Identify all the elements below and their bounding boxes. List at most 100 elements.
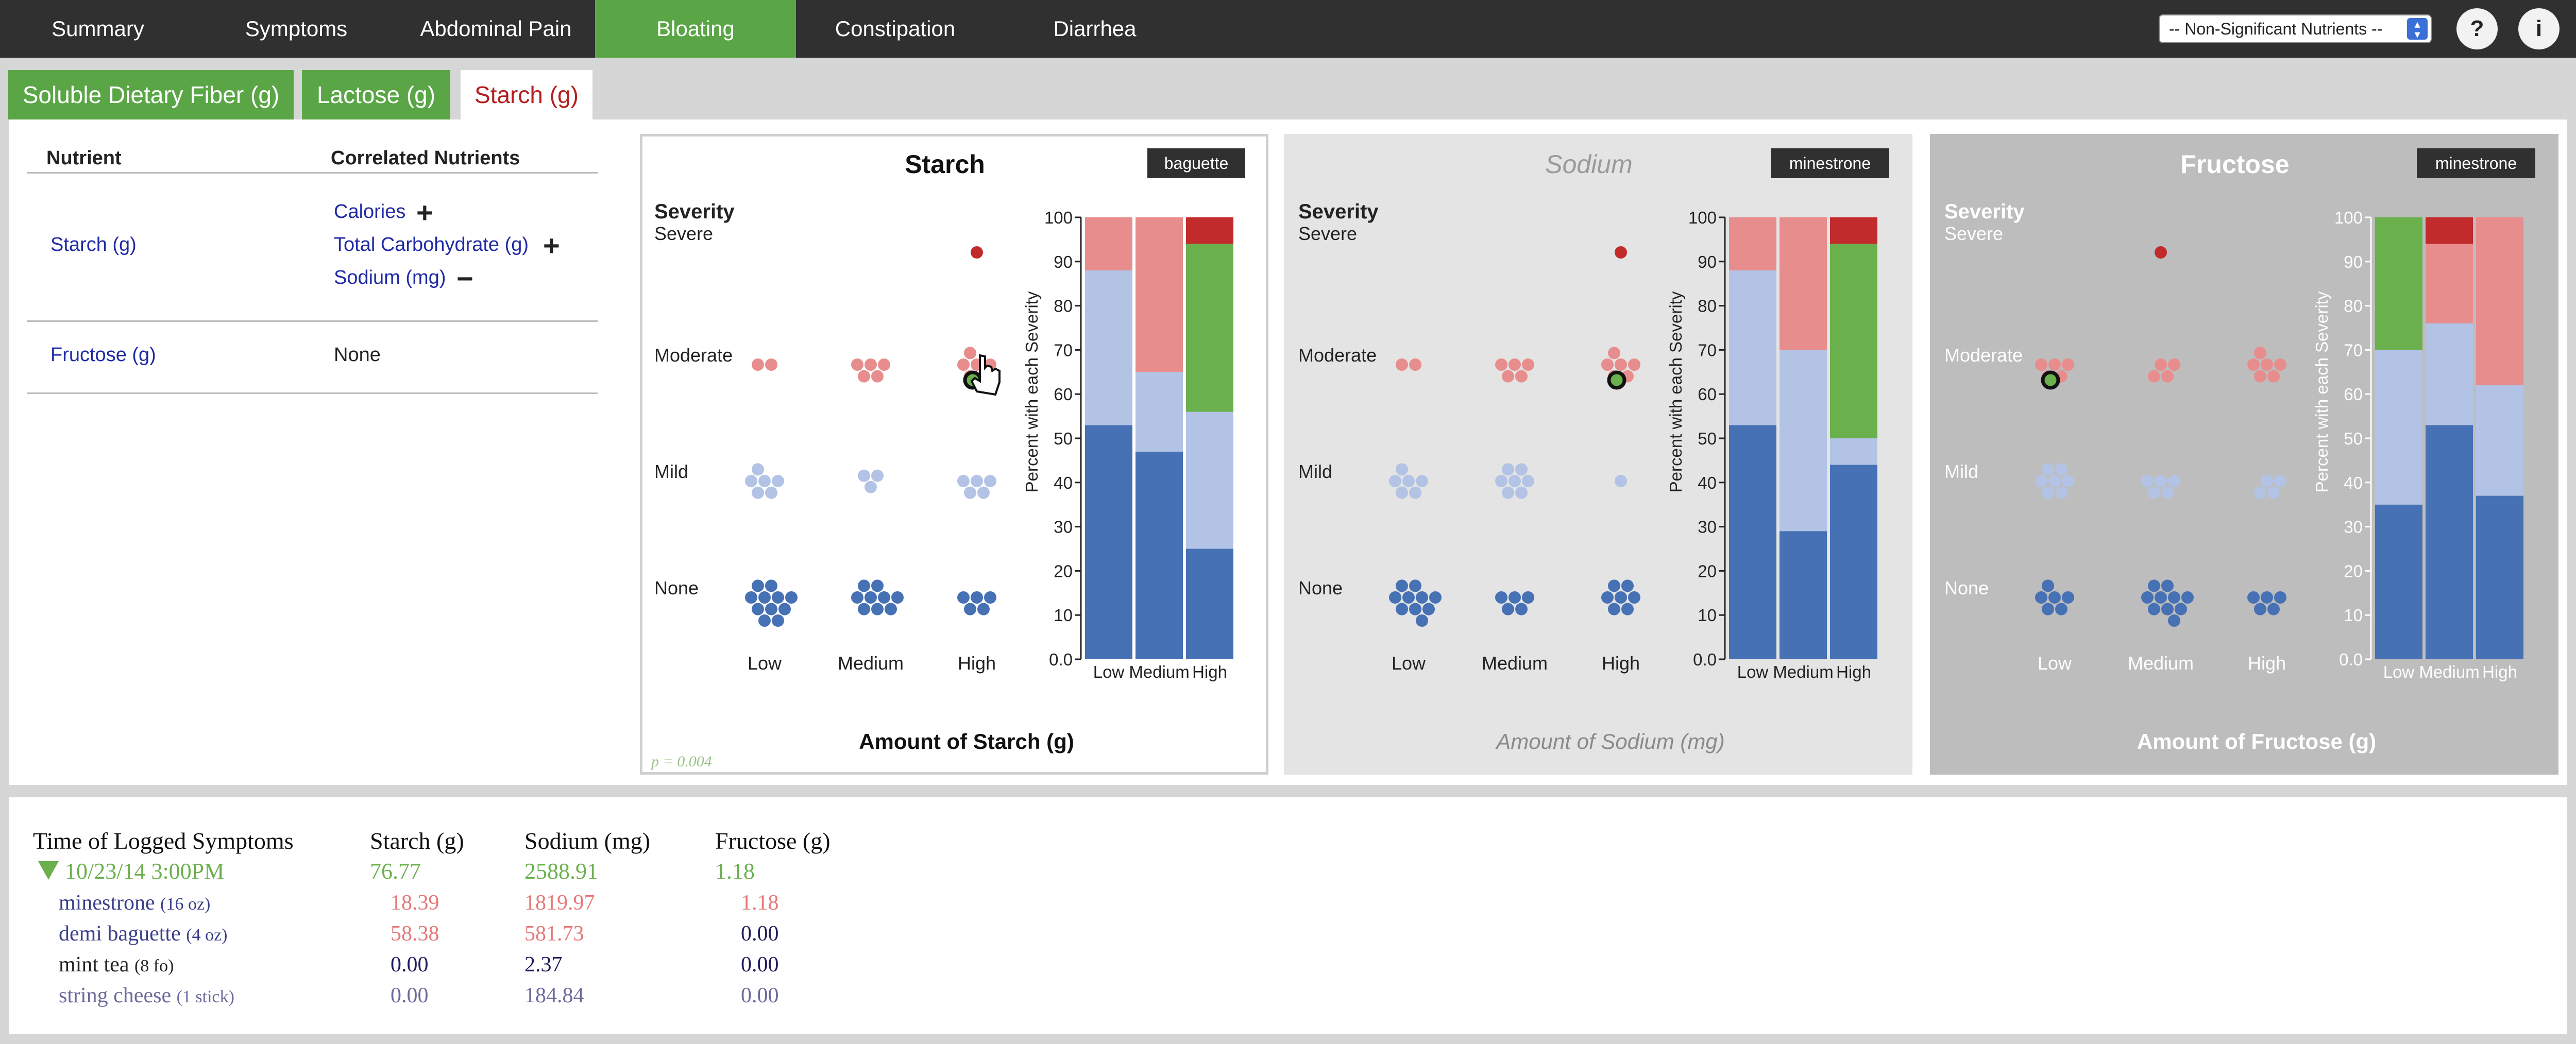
severity-dot: [1615, 475, 1627, 487]
food-badge-label: minestrone: [2435, 154, 2517, 173]
subtab-starch[interactable]: Starch (g): [461, 70, 592, 119]
severity-dot: [2267, 370, 2280, 383]
y-tick-label: 30: [2344, 518, 2363, 537]
severity-dot: [1522, 591, 1534, 604]
severity-dot: [2148, 579, 2160, 592]
severity-dot: [2254, 370, 2266, 383]
info-button[interactable]: i: [2518, 8, 2560, 49]
bar-segment: [1136, 372, 1183, 452]
x-axis-label: Amount of Sodium (mg): [1495, 729, 1725, 754]
severity-dot: [1601, 358, 1614, 371]
severity-dot: [957, 475, 970, 487]
severity-dot: [851, 358, 863, 371]
nutrient-fructose-link[interactable]: Fructose (g): [50, 344, 156, 366]
subtab-lactose[interactable]: Lactose (g): [302, 70, 450, 119]
severity-dot: [984, 475, 996, 487]
x-tick-label: High: [2482, 662, 2517, 681]
severity-dot: [1495, 591, 1507, 604]
severity-dot: [1495, 475, 1507, 487]
severity-dot: [1522, 358, 1534, 371]
food-item-value: 1819.97: [524, 891, 595, 915]
bar-segment: [2426, 425, 2473, 659]
severity-dot: [1416, 591, 1428, 604]
severity-dot: [1409, 603, 1421, 615]
subtab-soluble-fiber[interactable]: Soluble Dietary Fiber (g): [8, 70, 294, 119]
tab-abdominal-pain[interactable]: Abdominal Pain: [397, 0, 595, 58]
log-entry-value: 76.77: [370, 859, 421, 884]
tab-constipation[interactable]: Constipation: [796, 0, 994, 58]
minus-icon: −: [456, 262, 473, 295]
panel-starch: Starch baguette Severity Severe Moderate Mild…: [640, 134, 1268, 775]
severity-dot: [2274, 591, 2286, 604]
severity-dot: [2155, 358, 2167, 371]
severity-dot: [871, 370, 884, 383]
severity-dot: [971, 591, 983, 604]
y-tick-label: 100: [1688, 208, 1717, 227]
severity-dot: [858, 603, 870, 615]
x-tick-label: Medium: [1129, 662, 1189, 681]
plus-icon: +: [543, 229, 560, 262]
correlated-calories-link[interactable]: Calories: [334, 201, 405, 223]
y-tick-label: 30: [1698, 518, 1717, 537]
severity-label: Severity: [654, 200, 735, 223]
y-tick-label: 90: [1054, 252, 1073, 271]
severity-dot: [2062, 591, 2074, 604]
food-name: minestrone: [59, 891, 160, 915]
severity-dot: [1509, 475, 1521, 487]
nutrient-select[interactable]: -- Non-Significant Nutrients -- ▴ ▾: [2159, 14, 2432, 43]
y-tick-label: 40: [2344, 473, 2363, 492]
bar-segment: [1830, 465, 1877, 659]
y-tick-label: 20: [1698, 561, 1717, 580]
food-name: demi baguette: [59, 922, 186, 946]
amount-level-label: Low: [748, 653, 782, 674]
severity-dot: [1396, 603, 1408, 615]
severity-dot: [1409, 358, 1421, 371]
bar-segment: [1085, 217, 1132, 270]
x-tick-label: High: [1836, 662, 1871, 681]
severity-dot: [1621, 579, 1634, 592]
severity-dot: [1389, 475, 1401, 487]
correlated-carbohydrate-link[interactable]: Total Carbohydrate (g): [334, 234, 529, 256]
table-divider: [27, 392, 598, 394]
severity-dot: [1628, 358, 1640, 371]
severity-dot: [758, 475, 771, 487]
panel-fructose: Fructose minestrone Severity Severe Moderate…: [1930, 134, 2558, 775]
help-button[interactable]: ?: [2456, 8, 2498, 49]
bar-segment: [2375, 504, 2422, 659]
correlated-none-text: None: [334, 344, 381, 366]
bar-segment: [1186, 549, 1233, 659]
severity-dot: [2161, 579, 2174, 592]
severity-dot: [1515, 486, 1528, 499]
bar-segment: [1136, 217, 1183, 372]
food-item-value: 0.00: [391, 984, 429, 1007]
bar-segment: [1729, 217, 1776, 270]
tab-bloating[interactable]: Bloating: [595, 0, 796, 58]
severity-dot: [1495, 358, 1507, 371]
severity-level-label: Moderate: [654, 345, 733, 366]
severity-dot: [1608, 347, 1620, 360]
tab-symptoms[interactable]: Symptoms: [196, 0, 397, 58]
severity-dot: [871, 469, 884, 482]
tab-diarrhea[interactable]: Diarrhea: [994, 0, 1195, 58]
severity-dot: [2042, 486, 2054, 499]
correlated-sodium-link[interactable]: Sodium (mg): [334, 267, 446, 289]
y-axis-label: Percent with each Severity: [1022, 291, 1041, 492]
panel-sodium: Sodium minestrone Severity Severe Moderate Mi…: [1284, 134, 1912, 775]
nutrient-starch-link[interactable]: Starch (g): [50, 234, 137, 256]
bar-segment: [1085, 270, 1132, 425]
severity-dot: [2247, 358, 2260, 371]
severity-level-label: None: [1298, 577, 1343, 598]
severity-dot: [851, 591, 863, 604]
severity-dot: [1515, 463, 1528, 476]
y-tick-label: 0.0: [1693, 650, 1717, 669]
severity-level-label: Moderate: [1944, 345, 2023, 366]
severity-level-label: Mild: [654, 461, 688, 482]
log-header: Sodium (mg): [524, 828, 650, 854]
tab-summary[interactable]: Summary: [0, 0, 196, 58]
severity-dot: [772, 614, 784, 627]
bar-segment: [1136, 451, 1183, 659]
severity-dot: [1608, 603, 1620, 615]
severity-dot: [2035, 358, 2047, 371]
bar-segment: [1729, 425, 1776, 659]
amount-level-label: High: [2248, 653, 2286, 674]
